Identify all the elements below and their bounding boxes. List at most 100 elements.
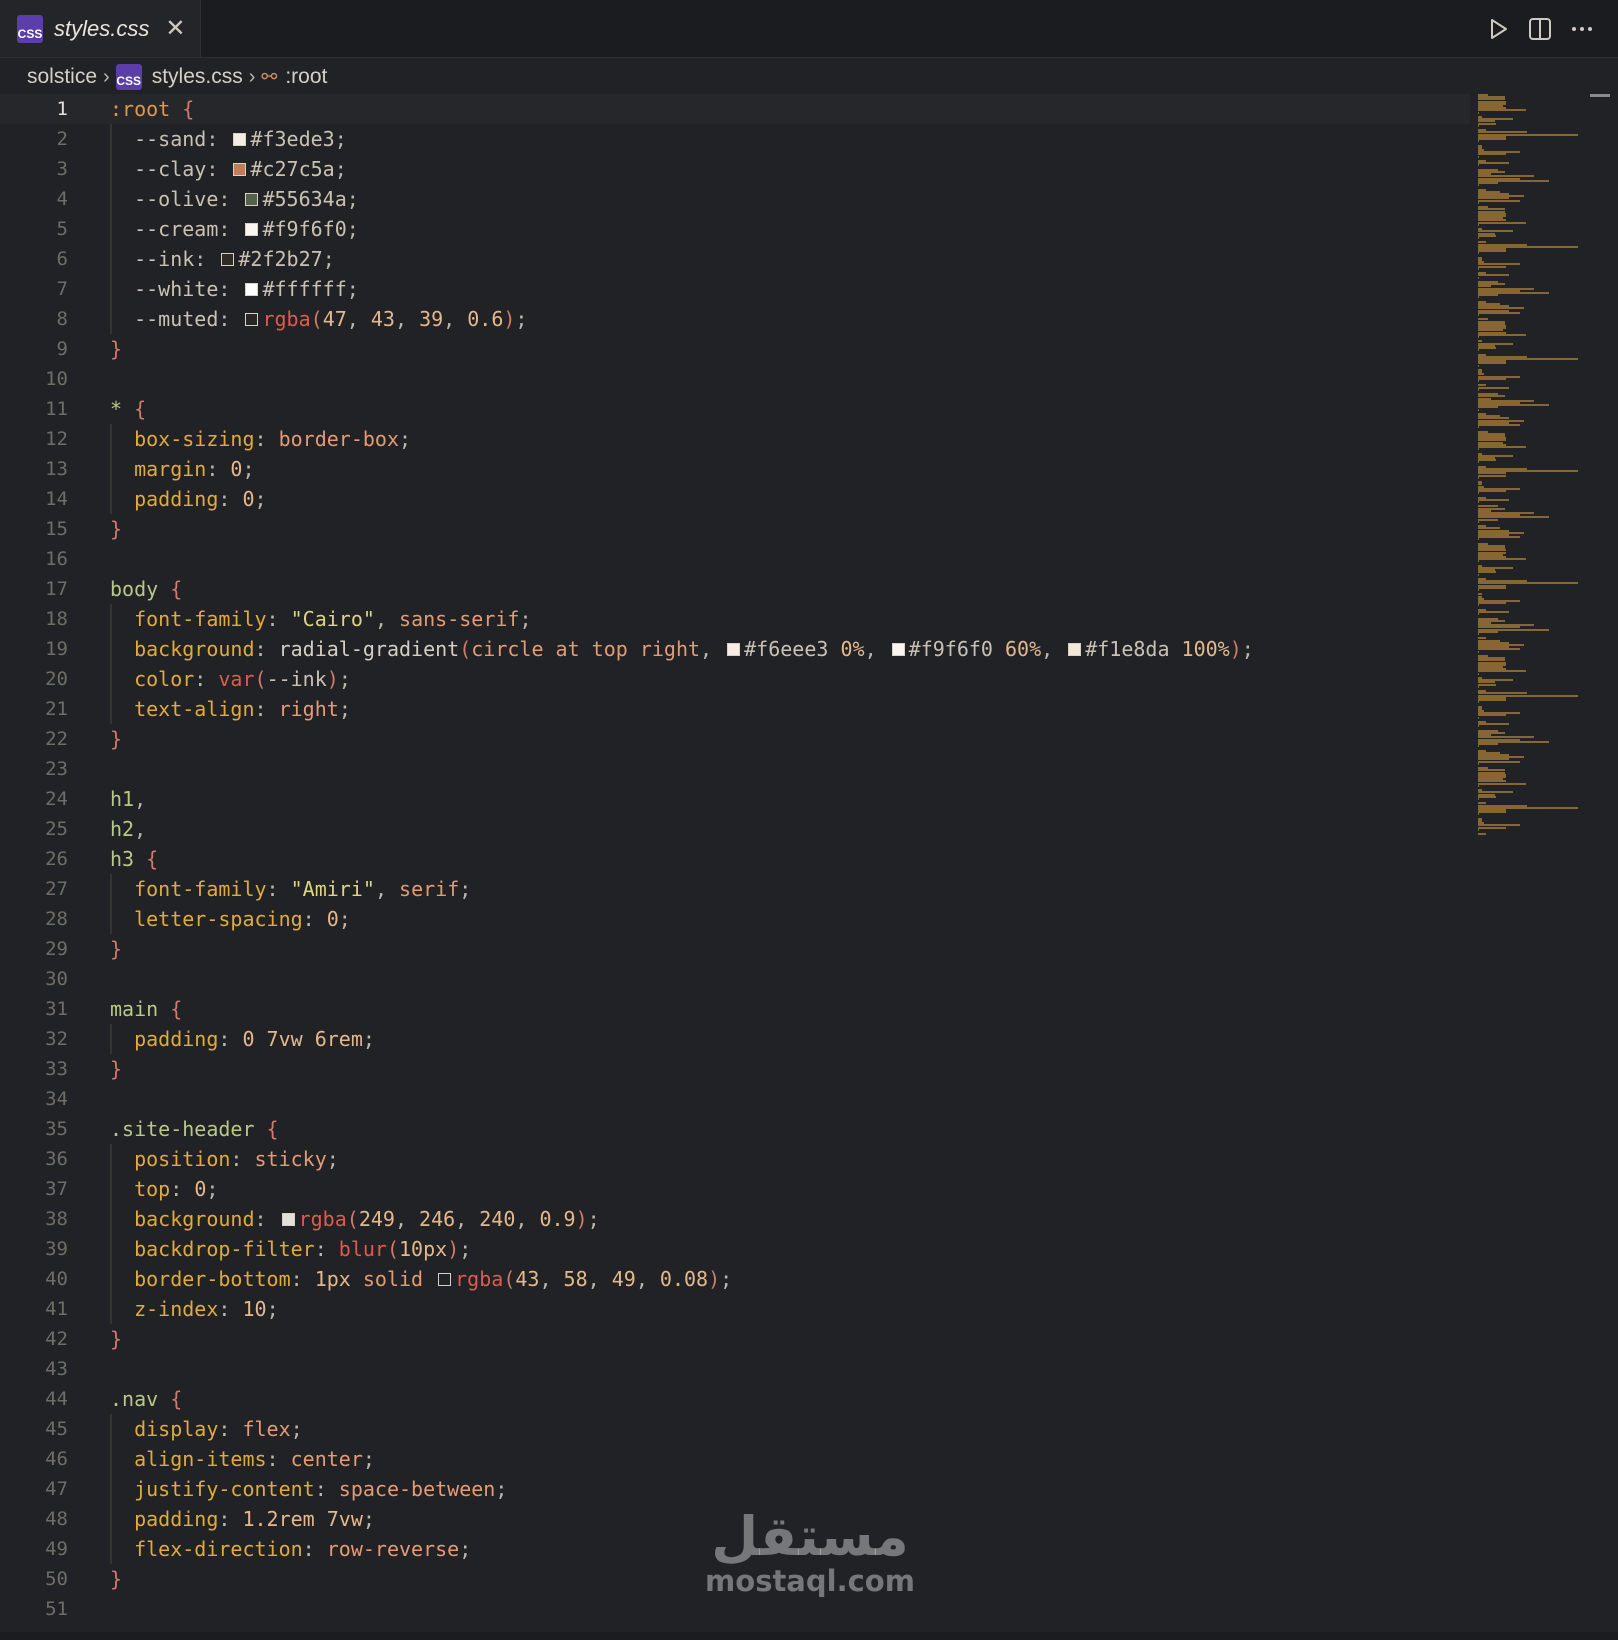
minimap-line bbox=[1478, 725, 1480, 728]
code-line[interactable]: 40 border-bottom: 1px solid rgba(43, 58,… bbox=[0, 1264, 1470, 1294]
color-swatch[interactable] bbox=[245, 192, 259, 206]
code-line[interactable]: 1:root { bbox=[0, 94, 1470, 124]
code-token: : bbox=[218, 187, 243, 211]
code-line[interactable]: 24 h1, bbox=[0, 784, 1470, 814]
scrollbar-indicator[interactable] bbox=[1590, 94, 1610, 97]
code-token: , bbox=[374, 607, 400, 631]
code-line[interactable]: 33} bbox=[0, 1054, 1470, 1084]
run-icon[interactable] bbox=[1484, 15, 1512, 43]
code-token: sticky bbox=[254, 1147, 327, 1171]
line-number: 26 bbox=[45, 848, 68, 870]
minimap-line bbox=[1478, 795, 1497, 798]
code-line[interactable]: 18 font-family: "Cairo", sans-serif; bbox=[0, 604, 1470, 634]
code-line[interactable]: 21 text-align: right; bbox=[0, 694, 1470, 724]
code-line[interactable]: 8 --muted: rgba(47, 43, 39, 0.6); bbox=[0, 304, 1470, 334]
line-number: 12 bbox=[45, 428, 68, 450]
code-line[interactable]: 39 backdrop-filter: blur(10px); bbox=[0, 1234, 1470, 1264]
minimap-line bbox=[1478, 336, 1480, 338]
breadcrumb-file[interactable]: CSS styles.css bbox=[115, 64, 243, 90]
code-line[interactable]: 43 bbox=[0, 1354, 1470, 1384]
code-token: border-box bbox=[278, 427, 400, 451]
split-editor-icon[interactable] bbox=[1526, 15, 1554, 43]
code-line[interactable]: 9} bbox=[0, 334, 1470, 364]
color-swatch[interactable] bbox=[221, 252, 235, 266]
code-line[interactable]: 38 background: rgba(249, 246, 240, 0.9); bbox=[0, 1204, 1470, 1234]
code-token: 240 bbox=[479, 1207, 516, 1231]
minimap-line bbox=[1478, 701, 1480, 704]
code-text: } bbox=[110, 727, 122, 751]
code-line[interactable]: 16 bbox=[0, 544, 1470, 574]
line-number: 21 bbox=[45, 698, 68, 720]
color-swatch[interactable] bbox=[245, 282, 259, 296]
code-line[interactable]: 19 background: radial-gradient(circle at… bbox=[0, 634, 1470, 664]
minimap-line bbox=[1478, 201, 1480, 204]
code-line[interactable]: 31 main { bbox=[0, 994, 1470, 1024]
color-swatch[interactable] bbox=[233, 162, 247, 176]
code-line[interactable]: 42} bbox=[0, 1324, 1470, 1354]
code-line[interactable]: 45 display: flex; bbox=[0, 1414, 1470, 1444]
code-line[interactable]: 36 position: sticky; bbox=[0, 1144, 1470, 1174]
code-line[interactable]: 44 .nav { bbox=[0, 1384, 1470, 1414]
breadcrumb-folder[interactable]: solstice bbox=[27, 65, 97, 89]
code-line[interactable]: 34 bbox=[0, 1084, 1470, 1114]
code-line[interactable]: 7 --white: #ffffff; bbox=[0, 274, 1470, 304]
code-line[interactable]: 6 --ink: #2f2b27; bbox=[0, 244, 1470, 274]
code-line[interactable]: 3 --clay: #c27c5a; bbox=[0, 154, 1470, 184]
code-line[interactable]: 29} bbox=[0, 934, 1470, 964]
color-swatch[interactable] bbox=[727, 642, 741, 656]
code-line[interactable]: 10 bbox=[0, 364, 1470, 394]
line-number: 8 bbox=[56, 308, 68, 330]
color-swatch[interactable] bbox=[891, 642, 905, 656]
code-line[interactable]: 14 padding: 0; bbox=[0, 484, 1470, 514]
code-line[interactable]: 23 bbox=[0, 754, 1470, 784]
code-line[interactable]: 27 font-family: "Amiri", serif; bbox=[0, 874, 1470, 904]
code-line[interactable]: 37 top: 0; bbox=[0, 1174, 1470, 1204]
more-actions-icon[interactable] bbox=[1568, 15, 1596, 43]
code-line[interactable]: 15} bbox=[0, 514, 1470, 544]
code-line[interactable]: 30 bbox=[0, 964, 1470, 994]
code-token: : bbox=[230, 1147, 255, 1171]
code-line[interactable]: 26 h3 { bbox=[0, 844, 1470, 874]
code-token: body bbox=[110, 577, 159, 601]
code-line[interactable]: 5 --cream: #f9f6f0; bbox=[0, 214, 1470, 244]
code-line[interactable]: 41 z-index: 10; bbox=[0, 1294, 1470, 1324]
code-line[interactable]: 28 letter-spacing: 0; bbox=[0, 904, 1470, 934]
close-icon[interactable]: ✕ bbox=[165, 16, 185, 41]
code-token: ; bbox=[346, 187, 359, 211]
code-line[interactable]: 13 margin: 0; bbox=[0, 454, 1470, 484]
code-token: 0.6 bbox=[467, 307, 504, 331]
code-line[interactable]: 11 * { bbox=[0, 394, 1470, 424]
code-token: flex-direction bbox=[110, 1537, 303, 1561]
line-number: 24 bbox=[45, 788, 68, 810]
color-swatch[interactable] bbox=[1068, 642, 1082, 656]
code-token: border-bottom bbox=[110, 1267, 291, 1291]
color-swatch[interactable] bbox=[233, 132, 247, 146]
code-line[interactable]: 12 box-sizing: border-box; bbox=[0, 424, 1470, 454]
code-line[interactable]: 25 h2, bbox=[0, 814, 1470, 844]
color-swatch[interactable] bbox=[438, 1272, 452, 1286]
chevron-right-icon: › bbox=[103, 65, 110, 88]
color-swatch[interactable] bbox=[245, 222, 259, 236]
code-token: } bbox=[110, 517, 123, 541]
code-line[interactable]: 32 padding: 0 7vw 6rem; bbox=[0, 1024, 1470, 1054]
code-token: ; bbox=[362, 1027, 375, 1051]
color-swatch[interactable] bbox=[281, 1212, 295, 1226]
code-token: 0 bbox=[326, 907, 339, 931]
minimap[interactable] bbox=[1470, 94, 1590, 854]
code-line[interactable]: 4 --olive: #55634a; bbox=[0, 184, 1470, 214]
code-editor[interactable]: 1:root {2 --sand: #f3ede3; 3 --clay: #c27… bbox=[0, 94, 1470, 1640]
code-line[interactable]: 2 --sand: #f3ede3; bbox=[0, 124, 1470, 154]
breadcrumb-symbol[interactable]: ⚯ :root bbox=[261, 65, 327, 89]
code-line[interactable]: 35 .site-header { bbox=[0, 1114, 1470, 1144]
code-line[interactable]: 17 body { bbox=[0, 574, 1470, 604]
code-text: flex-direction: row-reverse; bbox=[110, 1537, 471, 1561]
code-line[interactable]: 47 justify-content: space-between; bbox=[0, 1474, 1470, 1504]
code-line[interactable]: 46 align-items: center; bbox=[0, 1444, 1470, 1474]
tab-styles-css[interactable]: CSS styles.css ✕ bbox=[0, 0, 201, 57]
color-swatch[interactable] bbox=[245, 312, 259, 326]
code-token: ( bbox=[459, 637, 472, 661]
code-line[interactable]: 20 color: var(--ink); bbox=[0, 664, 1470, 694]
code-line[interactable]: 22} bbox=[0, 724, 1470, 754]
